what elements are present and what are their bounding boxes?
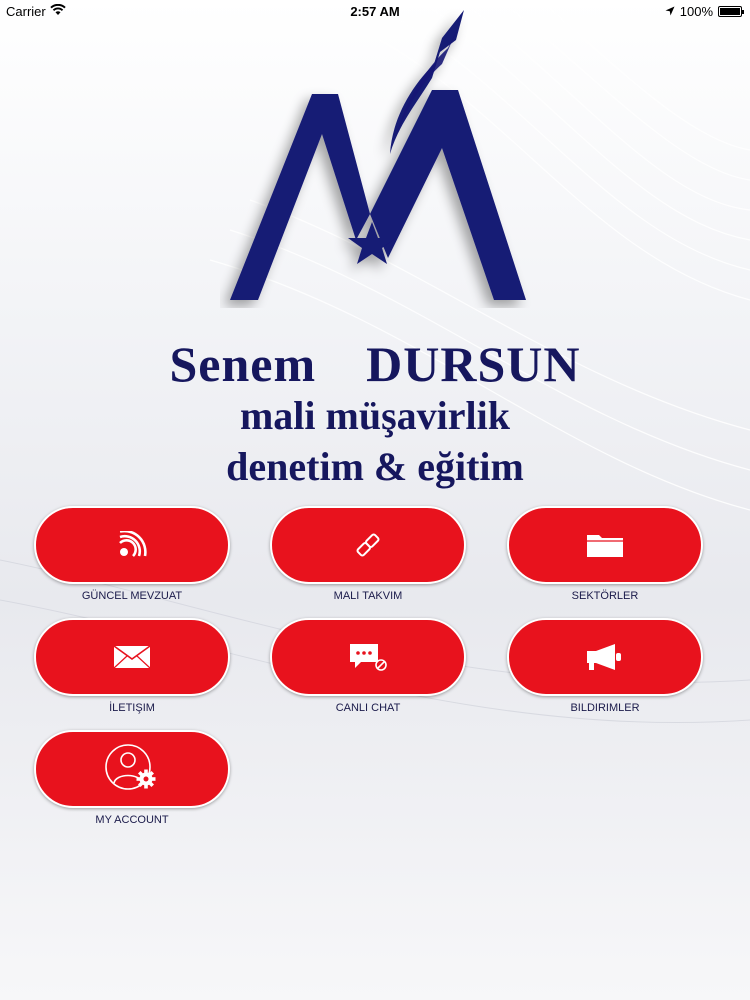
menu-label: CANLI CHAT (335, 702, 401, 714)
menu-item-bildirimler[interactable]: BILDIRIMLER (507, 618, 703, 714)
location-arrow-icon (665, 4, 675, 19)
megaphone-icon (587, 644, 621, 670)
logo-m-icon (230, 10, 526, 300)
menu-item-iletisim[interactable]: İLETIŞIM (34, 618, 230, 714)
brand-last-name: DURSUN (366, 336, 581, 392)
menu-label: BILDIRIMLER (570, 702, 640, 714)
canli-chat-button[interactable] (270, 618, 466, 696)
sektorler-button[interactable] (507, 506, 703, 584)
menu-label: SEKTÖRLER (571, 590, 639, 602)
menu-label: GÜNCEL MEVZUAT (81, 590, 183, 602)
my-account-button[interactable] (34, 730, 230, 808)
rss-icon (119, 531, 147, 557)
bildirimler-button[interactable] (507, 618, 703, 696)
menu-label: MY ACCOUNT (95, 814, 169, 826)
guncel-mevzuat-button[interactable] (34, 506, 230, 584)
menu-item-canli-chat[interactable]: CANLI CHAT (270, 618, 466, 714)
menu-label: MALI TAKVIM (333, 590, 403, 602)
battery-percent: 100% (679, 4, 713, 19)
battery-icon (718, 6, 744, 17)
brand-first-name: Senem (169, 336, 317, 392)
brand-name: Senem DURSUN (0, 335, 750, 393)
iletisim-button[interactable] (34, 618, 230, 696)
link-icon (356, 533, 380, 557)
user-settings-icon (105, 744, 156, 790)
brand-tagline-2: denetim & eğitim (226, 444, 524, 489)
mali-takvim-button[interactable] (270, 506, 466, 584)
menu-item-sektorler[interactable]: SEKTÖRLER (507, 506, 703, 602)
brand-tagline-1: mali müşavirlik (239, 393, 511, 438)
menu-item-mali-takvim[interactable]: MALI TAKVIM (270, 506, 466, 602)
envelope-icon (113, 645, 151, 669)
menu-label: İLETIŞIM (109, 702, 155, 714)
menu-item-my-account[interactable]: MY ACCOUNT (34, 730, 230, 826)
menu-item-guncel-mevzuat[interactable]: GÜNCEL MEVZUAT (34, 506, 230, 602)
chat-icon (350, 644, 387, 671)
folder-icon (587, 535, 623, 557)
